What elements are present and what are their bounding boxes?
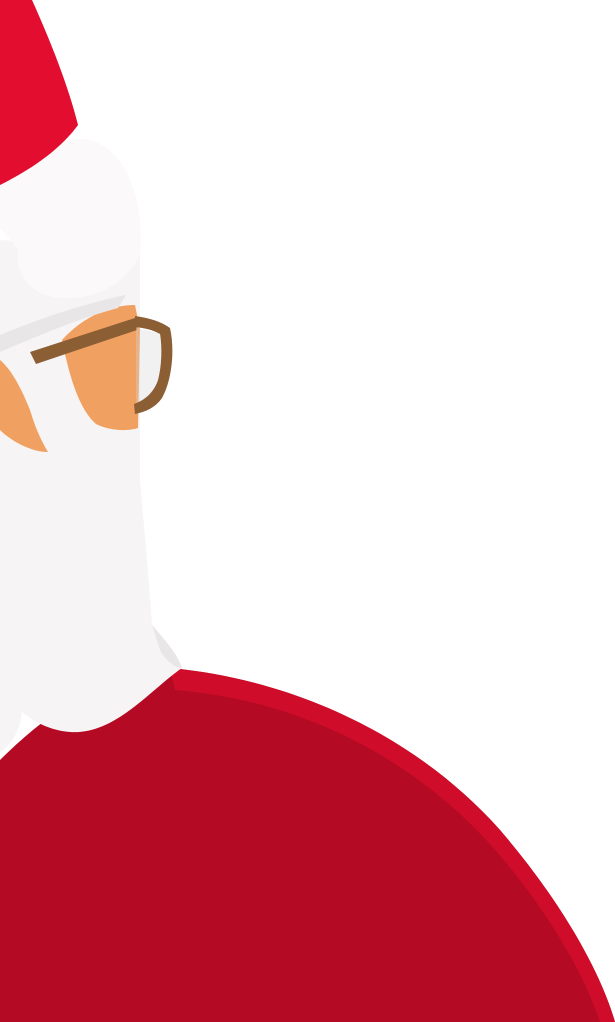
- illustration-canvas: [0, 0, 615, 1022]
- santa-illustration: [0, 0, 615, 1022]
- santa-beard: [0, 240, 182, 752]
